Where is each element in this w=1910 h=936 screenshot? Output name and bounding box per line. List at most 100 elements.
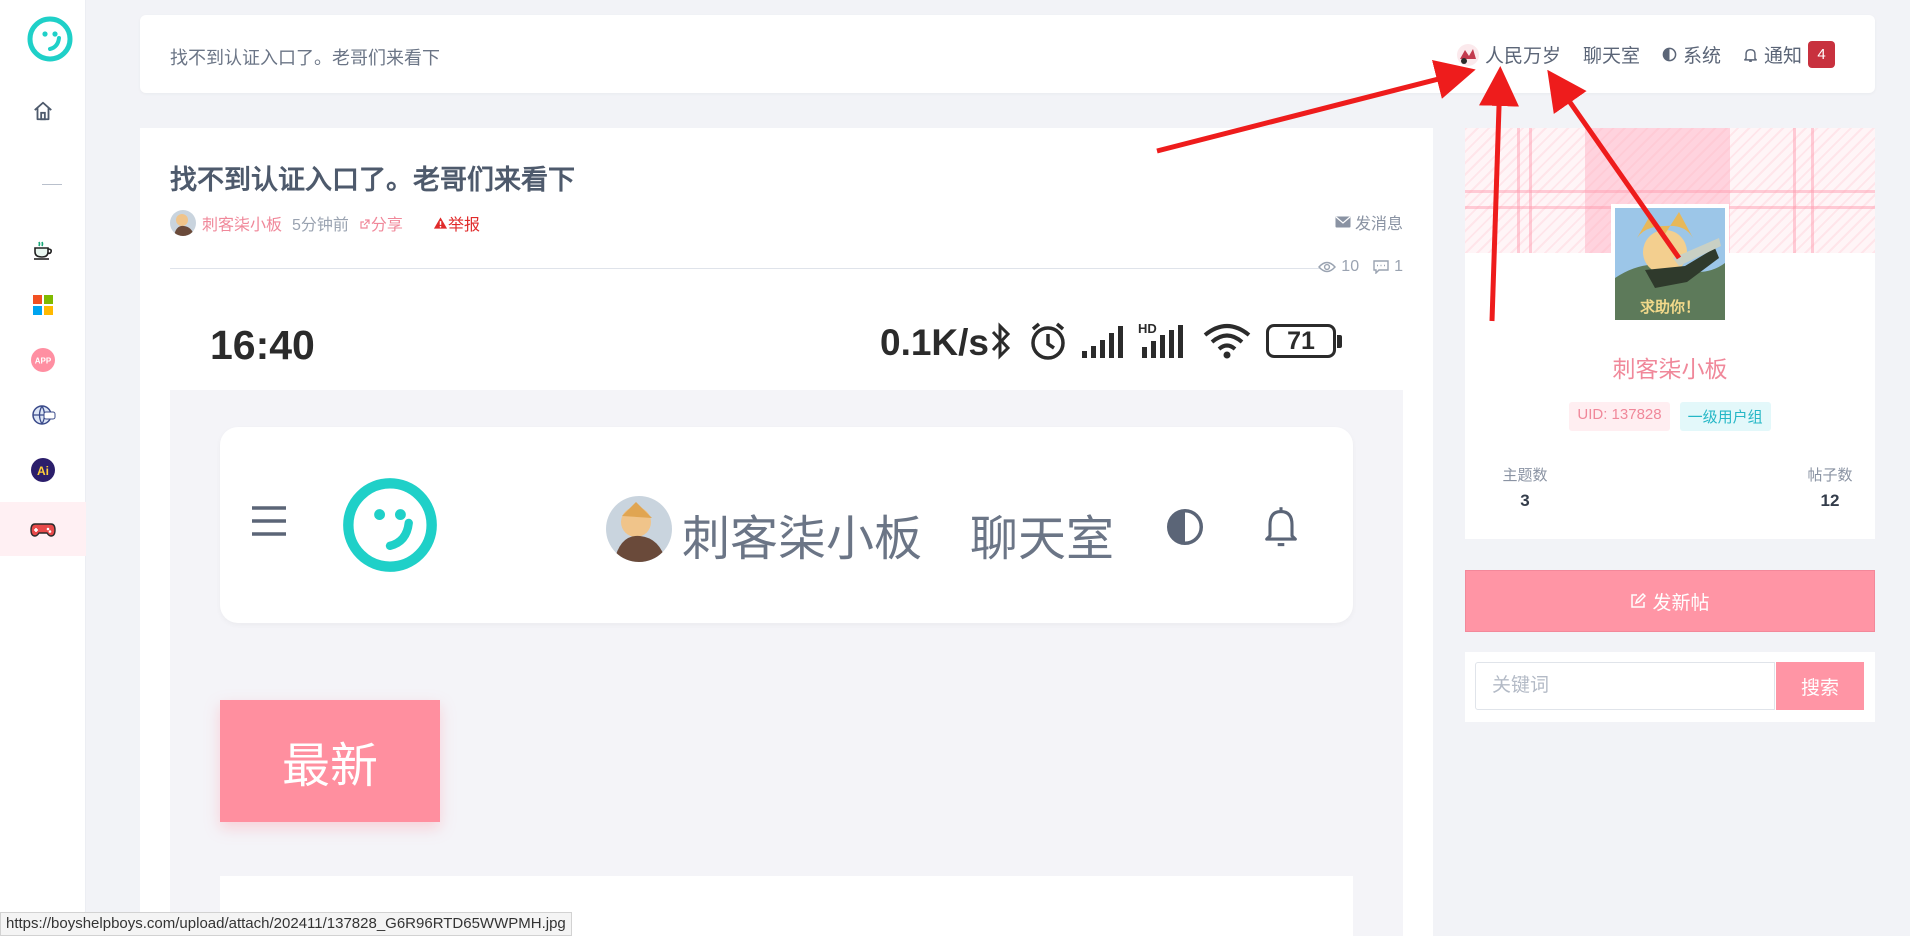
send-message-link[interactable]: 发消息 [1335, 210, 1403, 234]
search-button[interactable]: 搜索 [1776, 662, 1864, 710]
bell-icon [1743, 48, 1757, 62]
search-panel: 搜索 [1465, 652, 1875, 722]
sidebar-divider [42, 184, 62, 185]
phone-chatroom-label: 聊天室 [970, 513, 1115, 566]
report-label: 举报 [447, 217, 480, 234]
sidebar-item-windows[interactable] [0, 278, 86, 332]
post-time: 5分钟前 [292, 217, 349, 234]
phone-latest-tab: 最新 [220, 700, 440, 822]
notifications-button[interactable]: 通知 4 [1743, 41, 1835, 68]
post-stats: 10 1 [1318, 258, 1403, 276]
alarm-icon [1031, 322, 1065, 360]
profile-avatar[interactable]: 求助你！ [1611, 204, 1729, 324]
phone-user-name: 刺客柒小板 [682, 513, 923, 566]
warning-icon [433, 217, 447, 229]
envelope-icon [1335, 216, 1351, 228]
cover-stripe [1811, 128, 1814, 253]
profile-name[interactable]: 刺客柒小板 [1465, 350, 1875, 384]
profile-badges: UID: 137828 一级用户组 [1465, 402, 1875, 431]
post-meta: 刺客柒小板 5分钟前 分享 举报 [170, 210, 480, 236]
sidebar-item-ai[interactable]: Ai [0, 443, 86, 497]
phone-site-header: 刺客柒小板 聊天室 [220, 427, 1353, 623]
chatroom-label: 聊天室 [1582, 46, 1640, 67]
app-icon: APP [31, 348, 55, 372]
globe-icon [32, 405, 56, 425]
phone-contrast-icon [1167, 509, 1203, 545]
uid-badge: UID: 137828 [1569, 402, 1670, 431]
phone-clock: 16:40 [210, 322, 315, 368]
header-page-title: 找不到认证入口了。老哥们来看下 [170, 48, 440, 68]
post-divider [170, 268, 1320, 269]
report-link[interactable]: 举报 [433, 211, 480, 235]
sidebar-item-app[interactable]: APP [0, 333, 86, 387]
bluetooth-icon [991, 322, 1011, 360]
cover-stripe [1529, 128, 1532, 253]
sidebar-item-globe[interactable] [0, 388, 86, 442]
tea-cup-icon [34, 241, 52, 260]
send-message-label: 发消息 [1354, 216, 1403, 233]
user-menu[interactable]: 人民万岁 [1456, 41, 1561, 68]
phone-screen-body: 刺客柒小板 聊天室 最新 [170, 390, 1403, 936]
author-profile-card: 求助你！ 刺客柒小板 UID: 137828 一级用户组 主题数 3 帖子数 1… [1465, 128, 1875, 539]
search-input[interactable] [1475, 662, 1775, 710]
view-count: 10 [1341, 258, 1360, 275]
cover-stripe [1517, 128, 1520, 253]
hamburger-menu-icon [252, 506, 286, 536]
edit-icon [1631, 593, 1647, 608]
browser-status-url: https://boyshelpboys.com/upload/attach/2… [0, 912, 572, 936]
topics-value: 3 [1520, 491, 1530, 510]
svg-text:求助你！: 求助你！ [1640, 298, 1700, 316]
author-link[interactable]: 刺客柒小板 [202, 211, 282, 235]
author-avatar[interactable] [170, 210, 196, 236]
notification-count-badge: 4 [1808, 41, 1835, 68]
svg-text:APP: APP [35, 357, 52, 366]
svg-text:HD: HD [1138, 321, 1157, 336]
eye-icon [1318, 261, 1337, 273]
share-link[interactable]: 分享 [359, 211, 403, 235]
sidebar-item-tea[interactable] [0, 223, 86, 277]
svg-text:Ai: Ai [37, 464, 49, 478]
phone-status-bar: 16:40 0.1K/s HD 71 [170, 293, 1403, 390]
topics-stat: 主题数 3 [1495, 464, 1555, 511]
sidebar-item-home[interactable] [0, 84, 86, 138]
ai-icon: Ai [31, 458, 55, 482]
phone-bell-icon [1265, 507, 1297, 547]
post-card: 找不到认证入口了。老哥们来看下 刺客柒小板 5分钟前 分享 举报 发消息 10 … [140, 128, 1433, 936]
home-icon [34, 101, 52, 121]
user-name-label: 人民万岁 [1484, 46, 1561, 67]
phone-site-logo [343, 478, 437, 572]
share-icon [360, 219, 370, 229]
wifi-icon [1203, 324, 1251, 359]
cover-stripe [1793, 128, 1796, 253]
user-group-badge: 一级用户组 [1679, 402, 1771, 431]
cell-signal-icon [1082, 326, 1123, 358]
chatroom-link[interactable]: 聊天室 [1583, 41, 1640, 68]
sidebar-item-game[interactable] [0, 502, 86, 556]
post-attachment-image[interactable]: 16:40 0.1K/s HD 71 刺客柒小板 聊天室 最新 [170, 293, 1403, 936]
posts-stat: 帖子数 12 [1795, 464, 1865, 511]
post-title: 找不到认证入口了。老哥们来看下 [170, 165, 575, 195]
new-post-button[interactable]: 发新帖 [1465, 570, 1875, 632]
theme-label: 系统 [1682, 46, 1721, 67]
phone-status-icons: HD 71 [988, 321, 1342, 361]
site-logo[interactable] [26, 15, 74, 63]
hd-signal-icon: HD [1138, 321, 1183, 358]
phone-net-speed: 0.1K/s [880, 322, 990, 363]
top-header: 找不到认证入口了。老哥们来看下 人民万岁 聊天室 系统 通知 4 [140, 15, 1875, 93]
left-sidebar: APP Ai [0, 0, 86, 936]
posts-label: 帖子数 [1807, 467, 1853, 484]
theme-toggle[interactable]: 系统 [1662, 41, 1721, 68]
gamepad-icon [30, 523, 56, 537]
posts-value: 12 [1820, 491, 1840, 510]
phone-user-avatar [606, 496, 672, 562]
comment-count: 1 [1394, 258, 1403, 275]
notifications-label: 通知 [1763, 46, 1802, 67]
contrast-icon [1662, 47, 1677, 62]
battery-indicator: 71 [1266, 324, 1342, 358]
windows-icon [33, 295, 53, 315]
topics-label: 主题数 [1502, 467, 1548, 484]
comment-icon [1373, 260, 1389, 274]
user-avatar [1456, 43, 1479, 66]
new-post-label: 发新帖 [1652, 592, 1710, 614]
share-label: 分享 [370, 217, 403, 234]
